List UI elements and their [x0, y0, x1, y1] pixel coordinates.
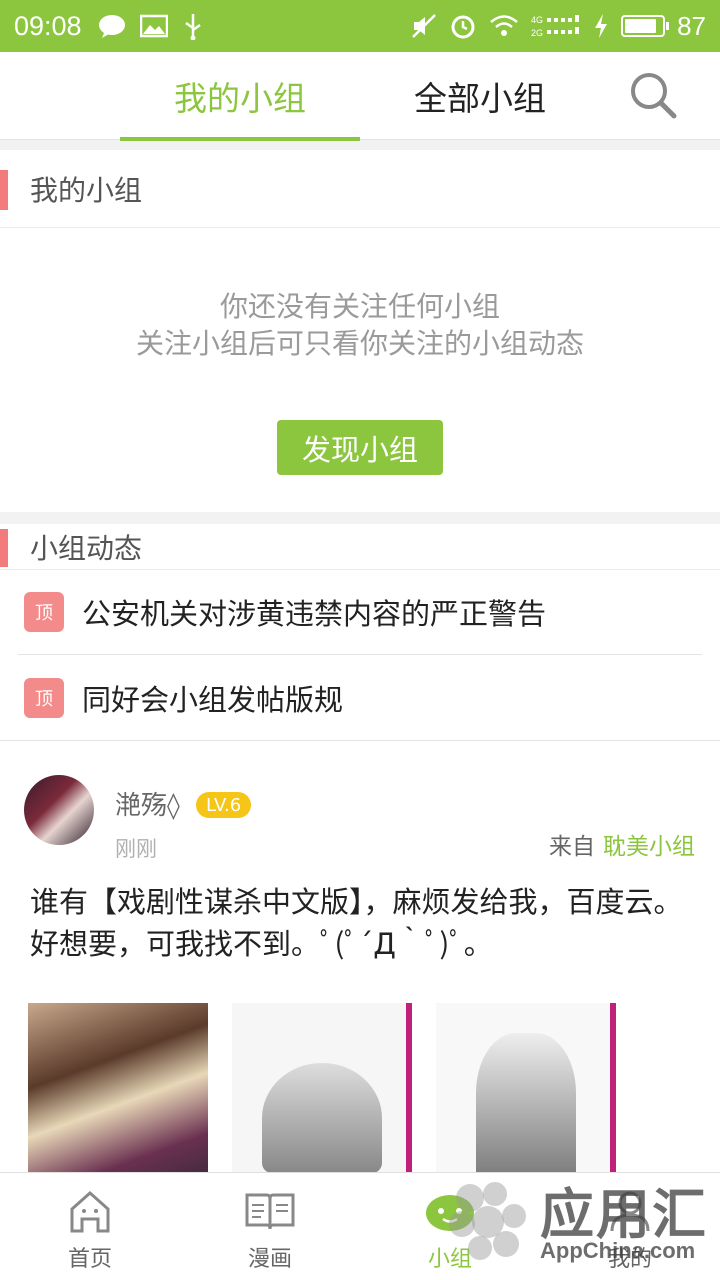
- status-bar: 09:08 4G 2G 87: [0, 0, 720, 52]
- pinned-post-title: 同好会小组发帖版规: [82, 682, 344, 717]
- post-body: 谁有【戏剧性谋杀中文版】，麻烦发给我，百度云。好想要，可我找不到。ﾟ(ﾟ´Д｀ﾟ…: [30, 885, 683, 961]
- top-tab-bar: 我的小组 全部小组: [0, 52, 720, 141]
- avatar[interactable]: [24, 775, 94, 845]
- my-groups-header: 我的小组: [0, 150, 720, 228]
- post-image[interactable]: [28, 1003, 208, 1183]
- pin-badge: 顶: [24, 677, 64, 718]
- post-image[interactable]: [232, 1003, 412, 1183]
- section-accent-bar: [0, 529, 8, 567]
- signal-icon: 4G2G: [531, 15, 580, 38]
- message-icon: [98, 15, 125, 38]
- usb-icon: [184, 14, 201, 40]
- from-label: 来自: [549, 834, 595, 860]
- section-accent-bar: [0, 170, 8, 210]
- status-time: 09:08: [14, 10, 82, 41]
- search-button[interactable]: [628, 70, 680, 122]
- charging-icon: [595, 14, 608, 38]
- feed-header: 小组动态: [0, 524, 720, 570]
- svg-text:4G: 4G: [531, 15, 543, 25]
- post-card[interactable]: 滟殇◊ LV.6 刚刚 来自 耽美小组 谁有【戏剧性谋杀中文版】，麻烦发给我，百度…: [0, 741, 720, 1183]
- tab-all-groups[interactable]: 全部小组: [360, 52, 600, 140]
- feed-title: 小组动态: [30, 531, 143, 565]
- nav-label: 我的: [607, 1247, 652, 1272]
- empty-state-line1: 你还没有关注任何小组: [219, 290, 500, 323]
- empty-state: 你还没有关注任何小组 关注小组后可只看你关注的小组动态: [0, 288, 720, 362]
- my-groups-title: 我的小组: [30, 173, 143, 207]
- empty-state-line2: 关注小组后可只看你关注的小组动态: [135, 327, 584, 360]
- post-source: 来自 耽美小组: [549, 827, 695, 861]
- group-icon: [426, 1195, 474, 1231]
- tab-my-groups[interactable]: 我的小组: [120, 52, 360, 141]
- svg-text:2G: 2G: [531, 28, 543, 38]
- nav-comics[interactable]: 漫画: [180, 1173, 360, 1280]
- post-images: [28, 1003, 616, 1183]
- pinned-post[interactable]: 顶 同好会小组发帖版规: [18, 655, 702, 740]
- nav-home[interactable]: 首页: [0, 1173, 180, 1280]
- post-time: 刚刚: [115, 837, 157, 861]
- user-icon: [610, 1191, 650, 1232]
- battery-percent: 87: [677, 10, 706, 41]
- nav-groups[interactable]: 小组: [360, 1173, 540, 1280]
- home-icon: [70, 1190, 110, 1233]
- alarm-icon: [451, 15, 475, 39]
- nav-label: 漫画: [247, 1247, 292, 1272]
- level-badge: LV.6: [196, 792, 252, 818]
- pinned-post[interactable]: 顶 公安机关对涉黄违禁内容的严正警告: [18, 570, 702, 655]
- battery-icon: [621, 15, 670, 37]
- bottom-nav: 首页 漫画 小组 我的: [0, 1172, 720, 1280]
- book-icon: [245, 1193, 295, 1230]
- post-group-link[interactable]: 耽美小组: [603, 834, 695, 860]
- pinned-post-title: 公安机关对涉黄违禁内容的严正警告: [82, 597, 547, 631]
- nav-mine[interactable]: 我的: [540, 1173, 720, 1280]
- pin-badge: 顶: [24, 592, 64, 632]
- post-username[interactable]: 滟殇◊: [115, 785, 180, 822]
- mute-icon: [412, 14, 436, 38]
- image-icon: [139, 14, 168, 38]
- discover-groups-button[interactable]: 发现小组: [277, 420, 443, 475]
- group-feed-card: 小组动态 顶 公安机关对涉黄违禁内容的严正警告 顶 同好会小组发帖版规 滟殇◊ …: [0, 524, 720, 1183]
- nav-label: 小组: [427, 1247, 472, 1272]
- my-groups-card: 我的小组 你还没有关注任何小组 关注小组后可只看你关注的小组动态 发现小组: [0, 150, 720, 512]
- nav-label: 首页: [67, 1247, 112, 1272]
- post-image[interactable]: [436, 1003, 616, 1183]
- wifi-icon: [490, 15, 518, 36]
- search-icon: [631, 73, 677, 119]
